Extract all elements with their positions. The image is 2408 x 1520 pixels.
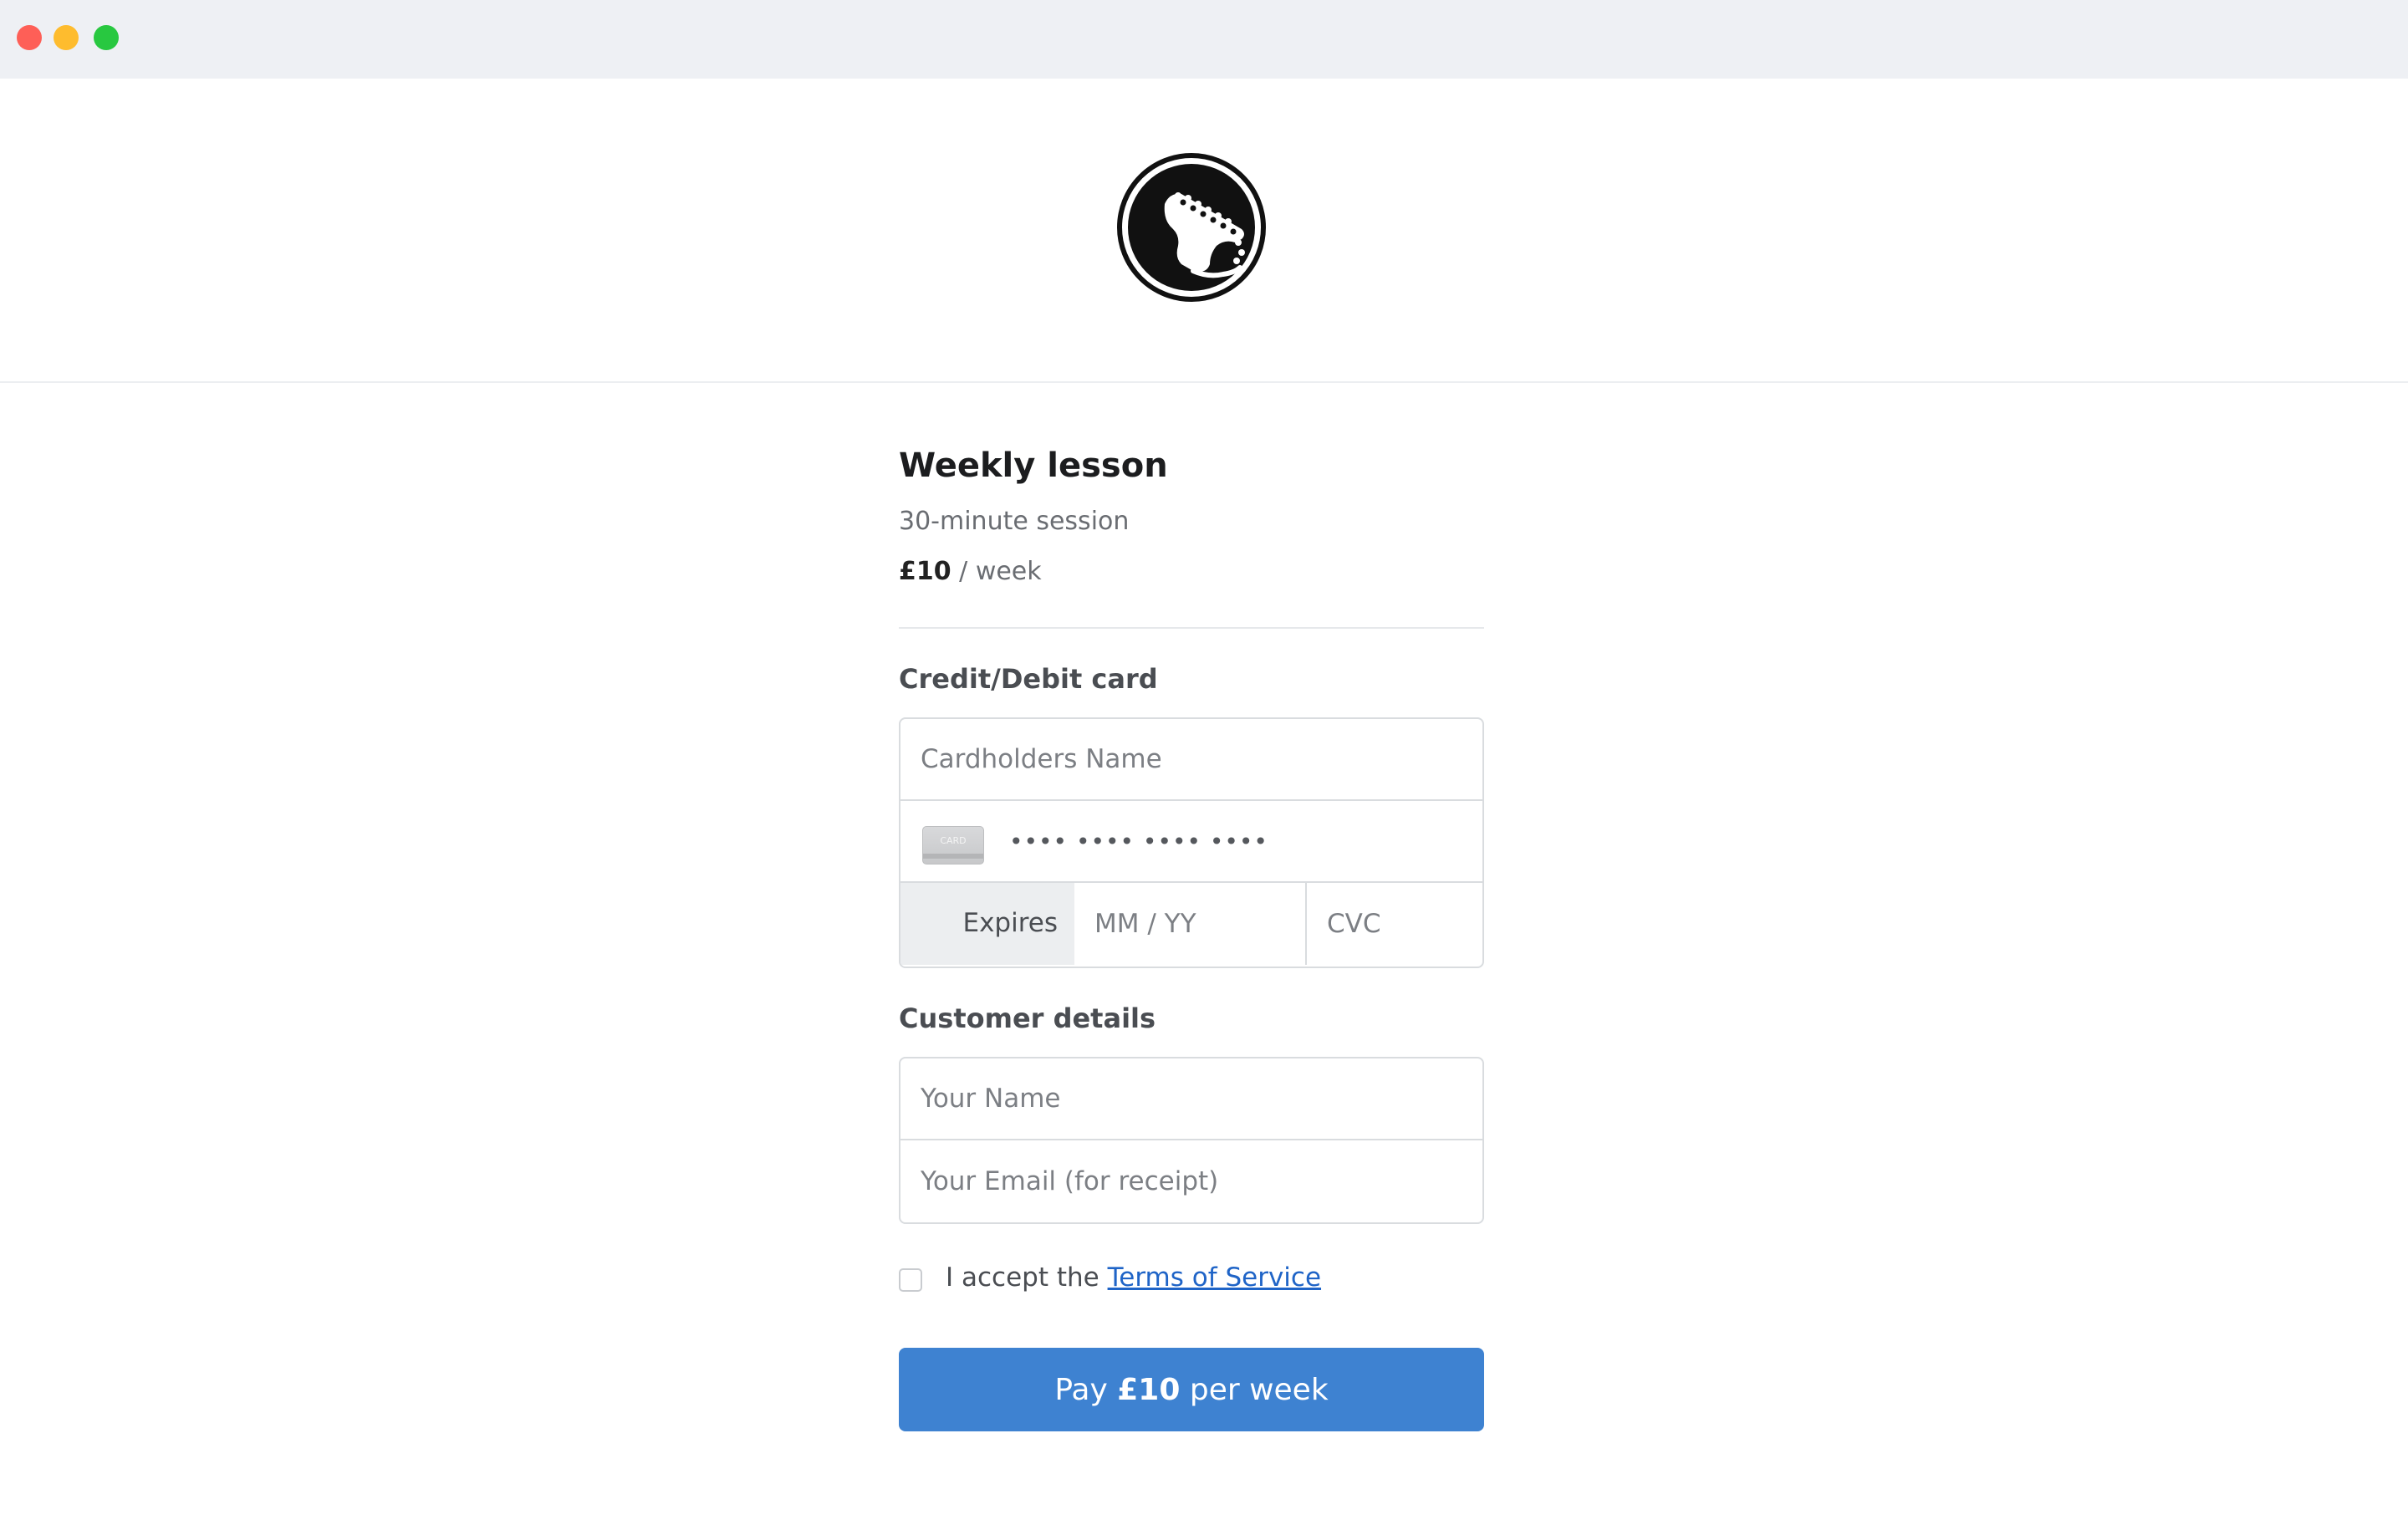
terms-of-service-link[interactable]: Terms of Service bbox=[1108, 1262, 1321, 1293]
card-icon-text: CARD bbox=[940, 835, 967, 846]
card-number-input[interactable]: •••• •••• •••• •••• bbox=[1009, 801, 1268, 881]
minimize-window-button[interactable] bbox=[54, 25, 79, 50]
cvc-input[interactable] bbox=[1307, 883, 1482, 965]
expiry-field bbox=[1074, 883, 1307, 965]
expiry-cvc-row: Expires bbox=[900, 883, 1482, 965]
terms-checkbox[interactable] bbox=[899, 1268, 922, 1292]
customer-fields bbox=[899, 1057, 1484, 1224]
terms-prefix: I accept the bbox=[946, 1262, 1099, 1293]
customer-section-label: Customer details bbox=[899, 1002, 1156, 1034]
customer-email-input[interactable] bbox=[900, 1140, 1482, 1222]
page-header bbox=[0, 79, 2408, 383]
cardholder-name-input[interactable] bbox=[900, 719, 1482, 799]
product-price: £10 / week bbox=[899, 557, 1042, 586]
customer-name-input[interactable] bbox=[900, 1058, 1482, 1139]
customer-name-row bbox=[900, 1058, 1482, 1140]
price-period: / week bbox=[959, 557, 1042, 586]
card-icon-stripe bbox=[923, 854, 983, 859]
close-window-button[interactable] bbox=[17, 25, 42, 50]
maximize-window-button[interactable] bbox=[94, 25, 119, 50]
window-titlebar bbox=[0, 0, 2408, 79]
cvc-field bbox=[1307, 883, 1482, 965]
credit-card-icon: CARD bbox=[922, 826, 984, 865]
guitar-headstock-icon bbox=[1117, 153, 1266, 302]
product-title: Weekly lesson bbox=[899, 446, 1168, 485]
section-divider bbox=[899, 627, 1484, 629]
pay-button-amount: £10 bbox=[1117, 1373, 1181, 1407]
terms-row: I accept the Terms of Service bbox=[899, 1262, 1484, 1296]
pay-button[interactable]: Pay £10 per week bbox=[899, 1348, 1484, 1431]
pay-button-prefix: Pay bbox=[1054, 1373, 1108, 1407]
expires-label: Expires bbox=[900, 883, 1074, 965]
product-subtitle: 30-minute session bbox=[899, 507, 1130, 536]
price-amount: £10 bbox=[899, 557, 951, 586]
card-number-row[interactable]: CARD •••• •••• •••• •••• bbox=[900, 801, 1482, 883]
terms-text: I accept the Terms of Service bbox=[946, 1262, 1321, 1293]
pay-button-suffix: per week bbox=[1189, 1373, 1329, 1407]
card-fields: CARD •••• •••• •••• •••• Expires bbox=[899, 717, 1484, 968]
card-section-label: Credit/Debit card bbox=[899, 663, 1158, 695]
expiry-input[interactable] bbox=[1074, 883, 1305, 965]
customer-email-row bbox=[900, 1140, 1482, 1222]
cardholder-row bbox=[900, 719, 1482, 801]
